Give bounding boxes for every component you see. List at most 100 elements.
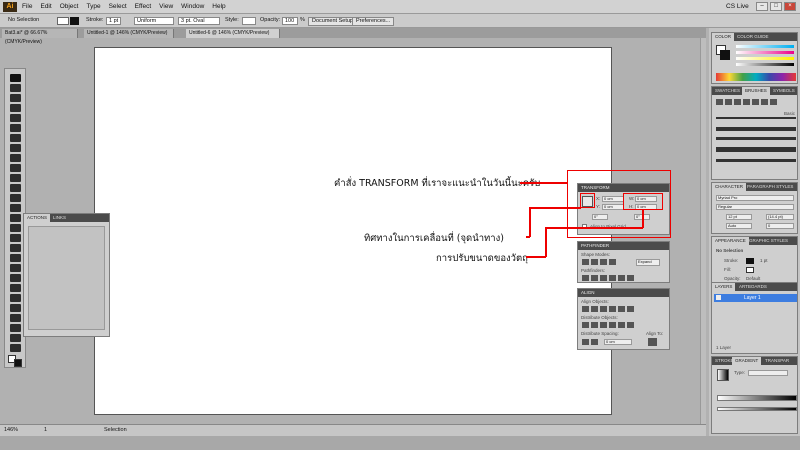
eyedropper-tool-icon[interactable] <box>10 274 21 282</box>
selection-tool-icon[interactable] <box>10 74 21 82</box>
style-picker[interactable] <box>242 17 256 25</box>
slice-tool-icon[interactable] <box>10 324 21 332</box>
tab-untitled-1[interactable]: Untitled-1 @ 146% (CMYK/Preview) <box>84 29 174 38</box>
gradient-preview[interactable] <box>717 369 729 381</box>
cs-live-button[interactable]: CS Live <box>726 3 749 10</box>
opacity-field[interactable]: 100 <box>282 17 298 25</box>
stroke-color-icon[interactable] <box>720 50 730 60</box>
outline-icon[interactable] <box>618 275 625 281</box>
tab-transparency[interactable]: TRANSPAR <box>762 357 792 365</box>
artboard[interactable] <box>94 47 612 415</box>
tab-character[interactable]: CHARACTER <box>712 183 747 191</box>
artboard-tool-icon[interactable] <box>10 314 21 322</box>
kerning-field[interactable]: Auto <box>726 223 752 229</box>
distribute-hcenter-icon[interactable] <box>618 322 625 328</box>
layer-name[interactable]: Layer 1 <box>744 295 761 301</box>
brush-stroke-5[interactable] <box>716 159 796 162</box>
distribute-top-icon[interactable] <box>582 322 589 328</box>
appearance-fill-swatch[interactable] <box>746 267 754 273</box>
menu-view[interactable]: View <box>159 3 173 10</box>
cyan-slider[interactable] <box>736 45 794 48</box>
brush-dot-icon[interactable] <box>770 99 777 105</box>
hand-tool-icon[interactable] <box>10 334 21 342</box>
restore-button[interactable]: □ <box>770 2 782 11</box>
vertical-spacing-icon[interactable] <box>582 339 589 345</box>
gradient-type-field[interactable] <box>748 370 788 376</box>
gradient-ramp[interactable] <box>717 407 797 411</box>
exclude-icon[interactable] <box>609 259 616 265</box>
artboard-number[interactable]: 1 <box>44 427 47 433</box>
menu-help[interactable]: Help <box>212 3 225 10</box>
eraser-tool-icon[interactable] <box>10 184 21 192</box>
appearance-stroke-value[interactable]: 1 pt <box>760 258 768 263</box>
visibility-eye-icon[interactable] <box>716 295 721 300</box>
tab-untitled-6[interactable]: Untitled-6 @ 146% (CMYK/Preview) <box>186 29 280 38</box>
minus-back-icon[interactable] <box>627 275 634 281</box>
unite-icon[interactable] <box>582 259 589 265</box>
current-tool-status[interactable]: Selection <box>104 427 127 433</box>
tab-swatches[interactable]: SWATCHES <box>712 87 743 95</box>
brush-dot-icon[interactable] <box>743 99 750 105</box>
font-style-field[interactable]: Regular <box>716 204 794 210</box>
line-tool-icon[interactable] <box>10 134 21 142</box>
tab-symbols[interactable]: SYMBOLS <box>770 87 798 95</box>
menu-effect[interactable]: Effect <box>135 3 152 10</box>
align-right-icon[interactable] <box>600 306 607 312</box>
align-top-icon[interactable] <box>609 306 616 312</box>
align-center-icon[interactable] <box>591 306 598 312</box>
magenta-slider[interactable] <box>736 51 794 54</box>
distribute-left-icon[interactable] <box>609 322 616 328</box>
appearance-stroke-swatch[interactable] <box>746 258 754 264</box>
blend-tool-icon[interactable] <box>10 284 21 292</box>
magic-wand-tool-icon[interactable] <box>10 94 21 102</box>
brush-stroke-2[interactable] <box>716 127 796 131</box>
expand-button[interactable]: Expand <box>636 259 660 266</box>
color-spectrum[interactable] <box>716 73 796 81</box>
variable-width-profile[interactable]: Uniform <box>134 17 174 25</box>
brush-stroke-4[interactable] <box>716 147 796 152</box>
lasso-tool-icon[interactable] <box>10 104 21 112</box>
minus-front-icon[interactable] <box>591 259 598 265</box>
menu-file[interactable]: File <box>22 3 32 10</box>
free-transform-tool-icon[interactable] <box>10 224 21 232</box>
align-to-selection-icon[interactable] <box>648 338 657 346</box>
yellow-slider[interactable] <box>736 57 794 60</box>
gradient-slider[interactable] <box>717 395 797 401</box>
width-tool-icon[interactable] <box>10 214 21 222</box>
align-left-icon[interactable] <box>582 306 589 312</box>
gradient-tool-icon[interactable] <box>10 264 21 272</box>
rotate-tool-icon[interactable] <box>10 194 21 202</box>
menu-window[interactable]: Window <box>181 3 204 10</box>
tracking-field[interactable]: 0 <box>766 223 794 229</box>
close-button[interactable]: × <box>784 2 796 11</box>
rectangle-tool-icon[interactable] <box>10 144 21 152</box>
zoom-tool-icon[interactable] <box>10 344 21 352</box>
scale-tool-icon[interactable] <box>10 204 21 212</box>
spacing-field[interactable]: 0 cm <box>604 339 632 345</box>
menu-object[interactable]: Object <box>60 3 79 10</box>
horizontal-spacing-icon[interactable] <box>591 339 598 345</box>
brush-dot-icon[interactable] <box>752 99 759 105</box>
brush-dot-icon[interactable] <box>725 99 732 105</box>
merge-icon[interactable] <box>600 275 607 281</box>
preferences-button[interactable]: Preferences... <box>352 16 395 26</box>
layer-row[interactable]: Layer 1 <box>714 294 797 302</box>
leading-field[interactable]: (14.4 pt) <box>766 214 794 220</box>
document-setup-button[interactable]: Document Setup <box>308 16 357 26</box>
divide-icon[interactable] <box>582 275 589 281</box>
tab-graphic-styles[interactable]: GRAPHIC STYLES <box>746 237 791 245</box>
type-tool-icon[interactable] <box>10 124 21 132</box>
appearance-opacity-value[interactable]: Default <box>746 276 760 281</box>
brush-dot-icon[interactable] <box>734 99 741 105</box>
zoom-level[interactable]: 146% <box>4 427 18 433</box>
tab-color[interactable]: COLOR <box>712 33 735 41</box>
menu-edit[interactable]: Edit <box>40 3 51 10</box>
direct-selection-tool-icon[interactable] <box>10 84 21 92</box>
font-family-field[interactable]: Myriad Pro <box>716 195 794 201</box>
mesh-tool-icon[interactable] <box>10 254 21 262</box>
tab-paragraph-styles[interactable]: PARAGRAPH STYLES <box>744 183 796 191</box>
tab-bat3[interactable]: Bat3.ai* @ 66.67% (CMYK/Preview) <box>2 29 78 45</box>
menu-select[interactable]: Select <box>109 3 127 10</box>
perspective-grid-tool-icon[interactable] <box>10 244 21 252</box>
black-slider[interactable] <box>736 63 794 66</box>
